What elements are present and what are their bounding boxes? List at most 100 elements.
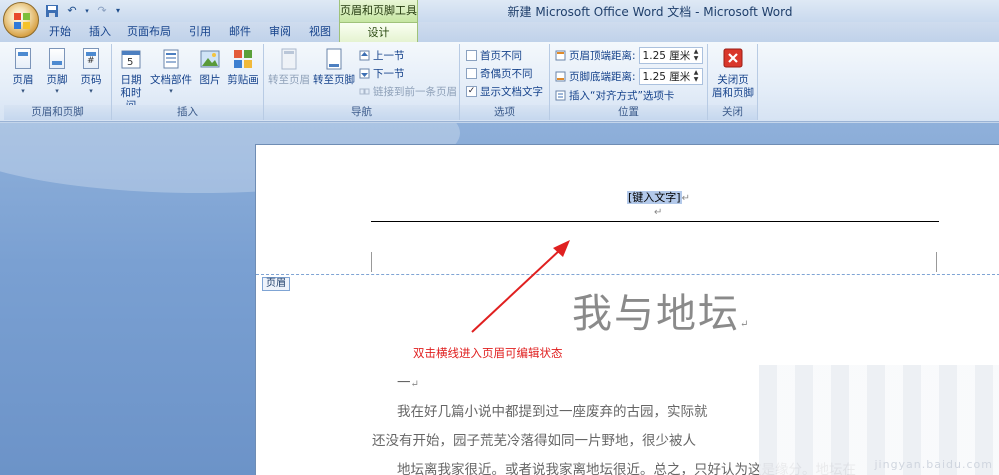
body-line[interactable]: 还没有开始，园子荒芜冷落得如同一片野地，很少被人 [372, 429, 696, 449]
footer-icon [49, 48, 65, 69]
tab-home[interactable]: 开始 [44, 22, 76, 42]
close-icon [723, 48, 743, 68]
tab-view[interactable]: 视图 [304, 22, 336, 42]
header-distance-icon [555, 50, 566, 61]
goto-footer-button[interactable]: 转至页脚 [312, 48, 356, 87]
different-first-page-label: 首页不同 [480, 50, 522, 62]
group-close: 关闭页 眉和页脚 关闭 [708, 44, 758, 120]
picture-button[interactable]: 图片 [196, 48, 224, 87]
close-header-footer-button[interactable]: 关闭页 眉和页脚 [710, 48, 756, 100]
tab-references[interactable]: 引用 [184, 22, 216, 42]
goto-header-button[interactable]: 转至页眉 [267, 48, 311, 87]
header-top-distance-label: 页眉顶端距离: [569, 50, 636, 62]
insert-alignment-tab-label: 插入“对齐方式”选项卡 [569, 90, 675, 102]
undo-icon[interactable]: ↶ [64, 4, 80, 18]
picture-label: 图片 [199, 74, 221, 86]
footer-button[interactable]: 页脚 ▾ [44, 48, 70, 95]
group-header-footer: 页眉 ▾ 页脚 ▾ 页码 ▾ 页眉和页脚 [4, 44, 112, 120]
section-marker[interactable]: 一↵ [397, 371, 419, 391]
header-top-distance: 页眉顶端距离: 1.25 厘米 ▲ ▼ [555, 47, 703, 64]
link-to-previous-label: 链接到前一条页眉 [373, 86, 457, 98]
footer-button-label: 页脚 [46, 74, 68, 86]
calendar-icon: 5 [121, 50, 141, 69]
group-position: 页眉顶端距离: 1.25 厘米 ▲ ▼ 页脚底端距离: 1.25 厘米 ▲ ▼ 插入… [550, 44, 708, 120]
group-label: 选项 [460, 105, 549, 120]
chevron-down-icon: ▾ [169, 87, 173, 95]
dropdown-icon[interactable]: ▾ [84, 4, 90, 18]
section-mark-text: 一 [397, 375, 411, 391]
clip-art-label: 剪贴画 [227, 74, 259, 86]
group-label: 关闭 [708, 105, 757, 120]
previous-section-label: 上一节 [373, 50, 405, 62]
different-first-page-checkbox[interactable]: 首页不同 [466, 48, 522, 63]
goto-footer-icon [326, 48, 342, 70]
ribbon: 页眉 ▾ 页脚 ▾ 页码 ▾ 页眉和页脚 5 日期 和时间 [0, 42, 999, 122]
header-icon [15, 48, 31, 69]
footer-bottom-distance-input[interactable]: 1.25 厘米 ▲ ▼ [638, 68, 703, 85]
group-label: 页眉和页脚 [4, 105, 111, 120]
header-top-distance-value: 1.25 厘米 [642, 50, 691, 62]
chevron-down-icon: ▾ [89, 87, 93, 95]
insert-alignment-tab-button[interactable]: 插入“对齐方式”选项卡 [555, 88, 674, 103]
redo-icon[interactable]: ↷ [94, 4, 110, 18]
ribbon-tabs: 开始 插入 页面布局 引用 邮件 审阅 视图 设计 [0, 22, 999, 43]
footer-distance-icon [555, 71, 566, 82]
date-time-button[interactable]: 5 日期 和时间 [116, 48, 146, 113]
close-label-2: 眉和页脚 [712, 87, 754, 99]
tab-design[interactable]: 设计 [339, 22, 418, 43]
header-button-label: 页眉 [12, 74, 34, 86]
group-insert: 5 日期 和时间 文档部件 ▾ [112, 44, 264, 120]
different-odd-even-checkbox[interactable]: 奇偶页不同 [466, 66, 533, 81]
checkbox[interactable] [466, 68, 477, 79]
previous-section-button[interactable]: 上一节 [359, 48, 405, 63]
goto-header-icon [281, 48, 297, 70]
next-section-button[interactable]: 下一节 [359, 66, 405, 81]
title-bar: ↶ ▾ ↷ ▾ 页眉和页脚工具 新建 Microsoft Office Word… [0, 0, 999, 38]
tab-mailings[interactable]: 邮件 [224, 22, 256, 42]
tab-review[interactable]: 审阅 [264, 22, 296, 42]
link-icon [359, 86, 370, 97]
goto-footer-label: 转至页脚 [313, 74, 355, 86]
picture-icon [200, 50, 220, 68]
group-label: 插入 [112, 105, 263, 120]
date-time-label-1: 日期 [120, 74, 142, 86]
tab-insert[interactable]: 插入 [84, 22, 116, 42]
link-to-previous-button[interactable]: 链接到前一条页眉 [359, 84, 457, 99]
document-workspace: [键入文字]↵ ↵ 页眉 我与地坛↵ 双击横线进入页眉可编辑状态 一↵ 我在好几… [0, 123, 999, 475]
previous-icon [359, 50, 370, 61]
document-parts-button[interactable]: 文档部件 ▾ [148, 48, 194, 95]
spinner-arrows-icon[interactable]: ▲ ▼ [692, 69, 701, 84]
show-document-text-checkbox[interactable]: ✓ 显示文档文字 [466, 84, 543, 99]
document-parts-label: 文档部件 [150, 74, 192, 86]
page-number-button-label: 页码 [80, 74, 102, 86]
chevron-down-icon: ▾ [21, 87, 25, 95]
checkbox-checked[interactable]: ✓ [466, 86, 477, 97]
context-tools-label: 页眉和页脚工具 [339, 0, 418, 22]
group-label: 导航 [264, 105, 459, 120]
next-icon [359, 68, 370, 79]
header-button[interactable]: 页眉 ▾ [10, 48, 36, 95]
group-label: 位置 [550, 105, 707, 120]
spinner-arrows-icon[interactable]: ▲ ▼ [692, 48, 701, 63]
body-line[interactable]: 我在好几篇小说中都提到过一座废弃的古园，实际就 [397, 400, 708, 420]
tab-page-layout[interactable]: 页面布局 [124, 22, 174, 42]
office-button[interactable] [3, 2, 39, 38]
svg-text:5: 5 [127, 57, 133, 68]
clip-art-icon [234, 50, 252, 68]
header-top-distance-input[interactable]: 1.25 厘米 ▲ ▼ [638, 47, 703, 64]
office-logo-icon [14, 13, 30, 29]
page-number-button[interactable]: 页码 ▾ [78, 48, 104, 95]
paragraph-mark-icon: ↵ [410, 379, 419, 390]
checkbox[interactable] [466, 50, 477, 61]
window-title: 新建 Microsoft Office Word 文档 - Microsoft … [507, 5, 793, 19]
alignment-tab-icon [555, 90, 566, 101]
document-page[interactable]: [键入文字]↵ ↵ 页眉 我与地坛↵ 双击横线进入页眉可编辑状态 一↵ 我在好几… [255, 144, 999, 475]
group-navigation: 转至页眉 转至页脚 上一节 下一节 链接到前一条页眉 导航 [264, 44, 460, 120]
customize-icon[interactable]: ▾ [114, 4, 122, 18]
goto-header-label: 转至页眉 [268, 74, 310, 86]
watermark: jingyan.baidu.com [874, 458, 993, 471]
quick-access-toolbar: ↶ ▾ ↷ ▾ [44, 4, 122, 18]
different-odd-even-label: 奇偶页不同 [480, 68, 533, 80]
save-icon[interactable] [44, 4, 60, 18]
clip-art-button[interactable]: 剪贴画 [226, 48, 260, 87]
